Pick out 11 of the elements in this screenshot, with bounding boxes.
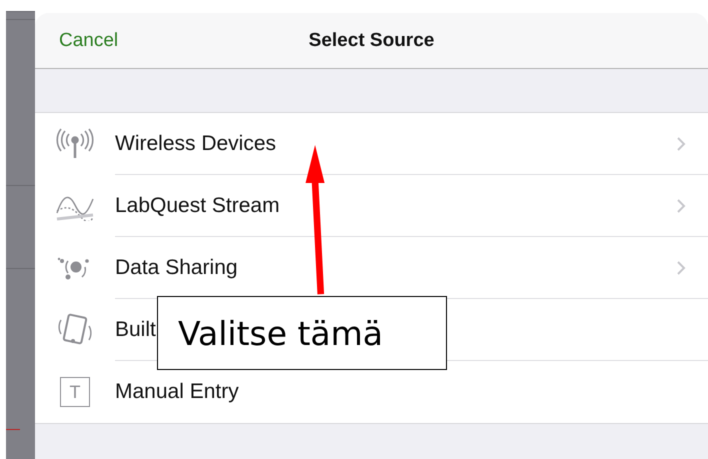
- text-field-icon: T: [60, 377, 90, 407]
- antenna-icon: [56, 128, 94, 160]
- sheet-title: Select Source: [308, 30, 434, 52]
- source-row[interactable]: T Manual Entry: [35, 361, 708, 423]
- callout-text: Valitse tämä: [178, 314, 384, 352]
- source-label: LabQuest Stream: [115, 194, 280, 218]
- cancel-button[interactable]: Cancel: [35, 30, 118, 52]
- source-label: Manual Entry: [115, 380, 239, 404]
- source-label: Built: [115, 318, 156, 342]
- source-label: Data Sharing: [115, 256, 238, 280]
- source-label: Wireless Devices: [115, 132, 276, 156]
